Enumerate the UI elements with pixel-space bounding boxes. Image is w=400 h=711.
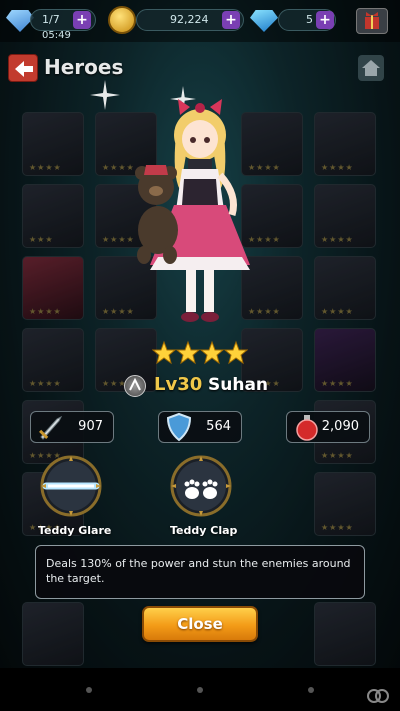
add-roster-button[interactable]: + bbox=[73, 11, 91, 29]
hp-stat: 2,090 bbox=[286, 411, 370, 443]
skill-name-teddy-clap: Teddy Clap bbox=[170, 524, 238, 537]
back-button[interactable] bbox=[8, 54, 38, 82]
skill-description-tooltip: Deals 130% of the power and stun the ene… bbox=[35, 545, 365, 599]
star-icon bbox=[223, 340, 248, 365]
add-gems-button[interactable]: + bbox=[316, 11, 334, 29]
potion-icon bbox=[296, 415, 318, 441]
attack-value: 907 bbox=[78, 419, 103, 434]
star-icon bbox=[152, 340, 177, 365]
skill-button-teddy-glare[interactable] bbox=[38, 453, 104, 519]
roster-count: 1/7 bbox=[42, 13, 60, 26]
home-icon bbox=[362, 60, 380, 76]
close-button[interactable]: Close bbox=[142, 606, 258, 642]
hp-value: 2,090 bbox=[321, 419, 359, 434]
page-title: Heroes bbox=[44, 55, 124, 79]
site-logo-icon bbox=[367, 689, 389, 703]
class-icon bbox=[124, 375, 146, 397]
hero-character-portrait bbox=[135, 99, 250, 322]
skill-button-teddy-clap[interactable] bbox=[168, 453, 234, 519]
defense-value: 564 bbox=[206, 419, 231, 434]
timer-text: 05:49 bbox=[42, 30, 71, 41]
nav-recents-button[interactable] bbox=[308, 687, 314, 693]
arrow-left-icon bbox=[15, 61, 33, 77]
attack-stat: 907 bbox=[30, 411, 114, 443]
nav-back-button[interactable] bbox=[86, 687, 92, 693]
star-icon bbox=[175, 340, 201, 365]
hero-detail-screen: ★★★★ ★★★★ ★★★★ ★★★★ ★★★ ★★★★ ★★★★ ★★★★ ★… bbox=[0, 0, 400, 668]
sword-icon bbox=[39, 415, 63, 440]
gold-coin-icon bbox=[108, 6, 136, 34]
hero-level: Lv30 bbox=[154, 374, 203, 395]
gem-amount: 5 bbox=[306, 13, 313, 26]
gold-amount: 92,224 bbox=[170, 13, 209, 26]
gift-icon[interactable] bbox=[356, 8, 388, 34]
paw-clap-icon bbox=[170, 455, 232, 517]
nav-home-button[interactable] bbox=[197, 687, 203, 693]
shield-icon bbox=[166, 412, 192, 442]
skill-description-text: Deals 130% of the power and stun the ene… bbox=[46, 557, 351, 585]
status-bar: 1/7 05:49 + 92,224 + 5 + bbox=[0, 0, 400, 42]
skill-name-teddy-glare: Teddy Glare bbox=[38, 524, 112, 537]
star-icon bbox=[199, 340, 225, 365]
sword-glare-icon bbox=[40, 455, 102, 517]
sparkle-icon bbox=[90, 80, 120, 110]
star-rating bbox=[152, 340, 248, 365]
home-button[interactable] bbox=[358, 55, 384, 81]
system-nav-bar bbox=[0, 668, 400, 711]
gem-icon bbox=[250, 10, 278, 32]
hero-name: Suhan bbox=[208, 375, 269, 395]
defense-stat: 564 bbox=[158, 411, 242, 443]
add-gold-button[interactable]: + bbox=[222, 11, 240, 29]
close-button-label: Close bbox=[177, 615, 223, 633]
hero-level-row: Lv30 Suhan bbox=[120, 372, 290, 400]
